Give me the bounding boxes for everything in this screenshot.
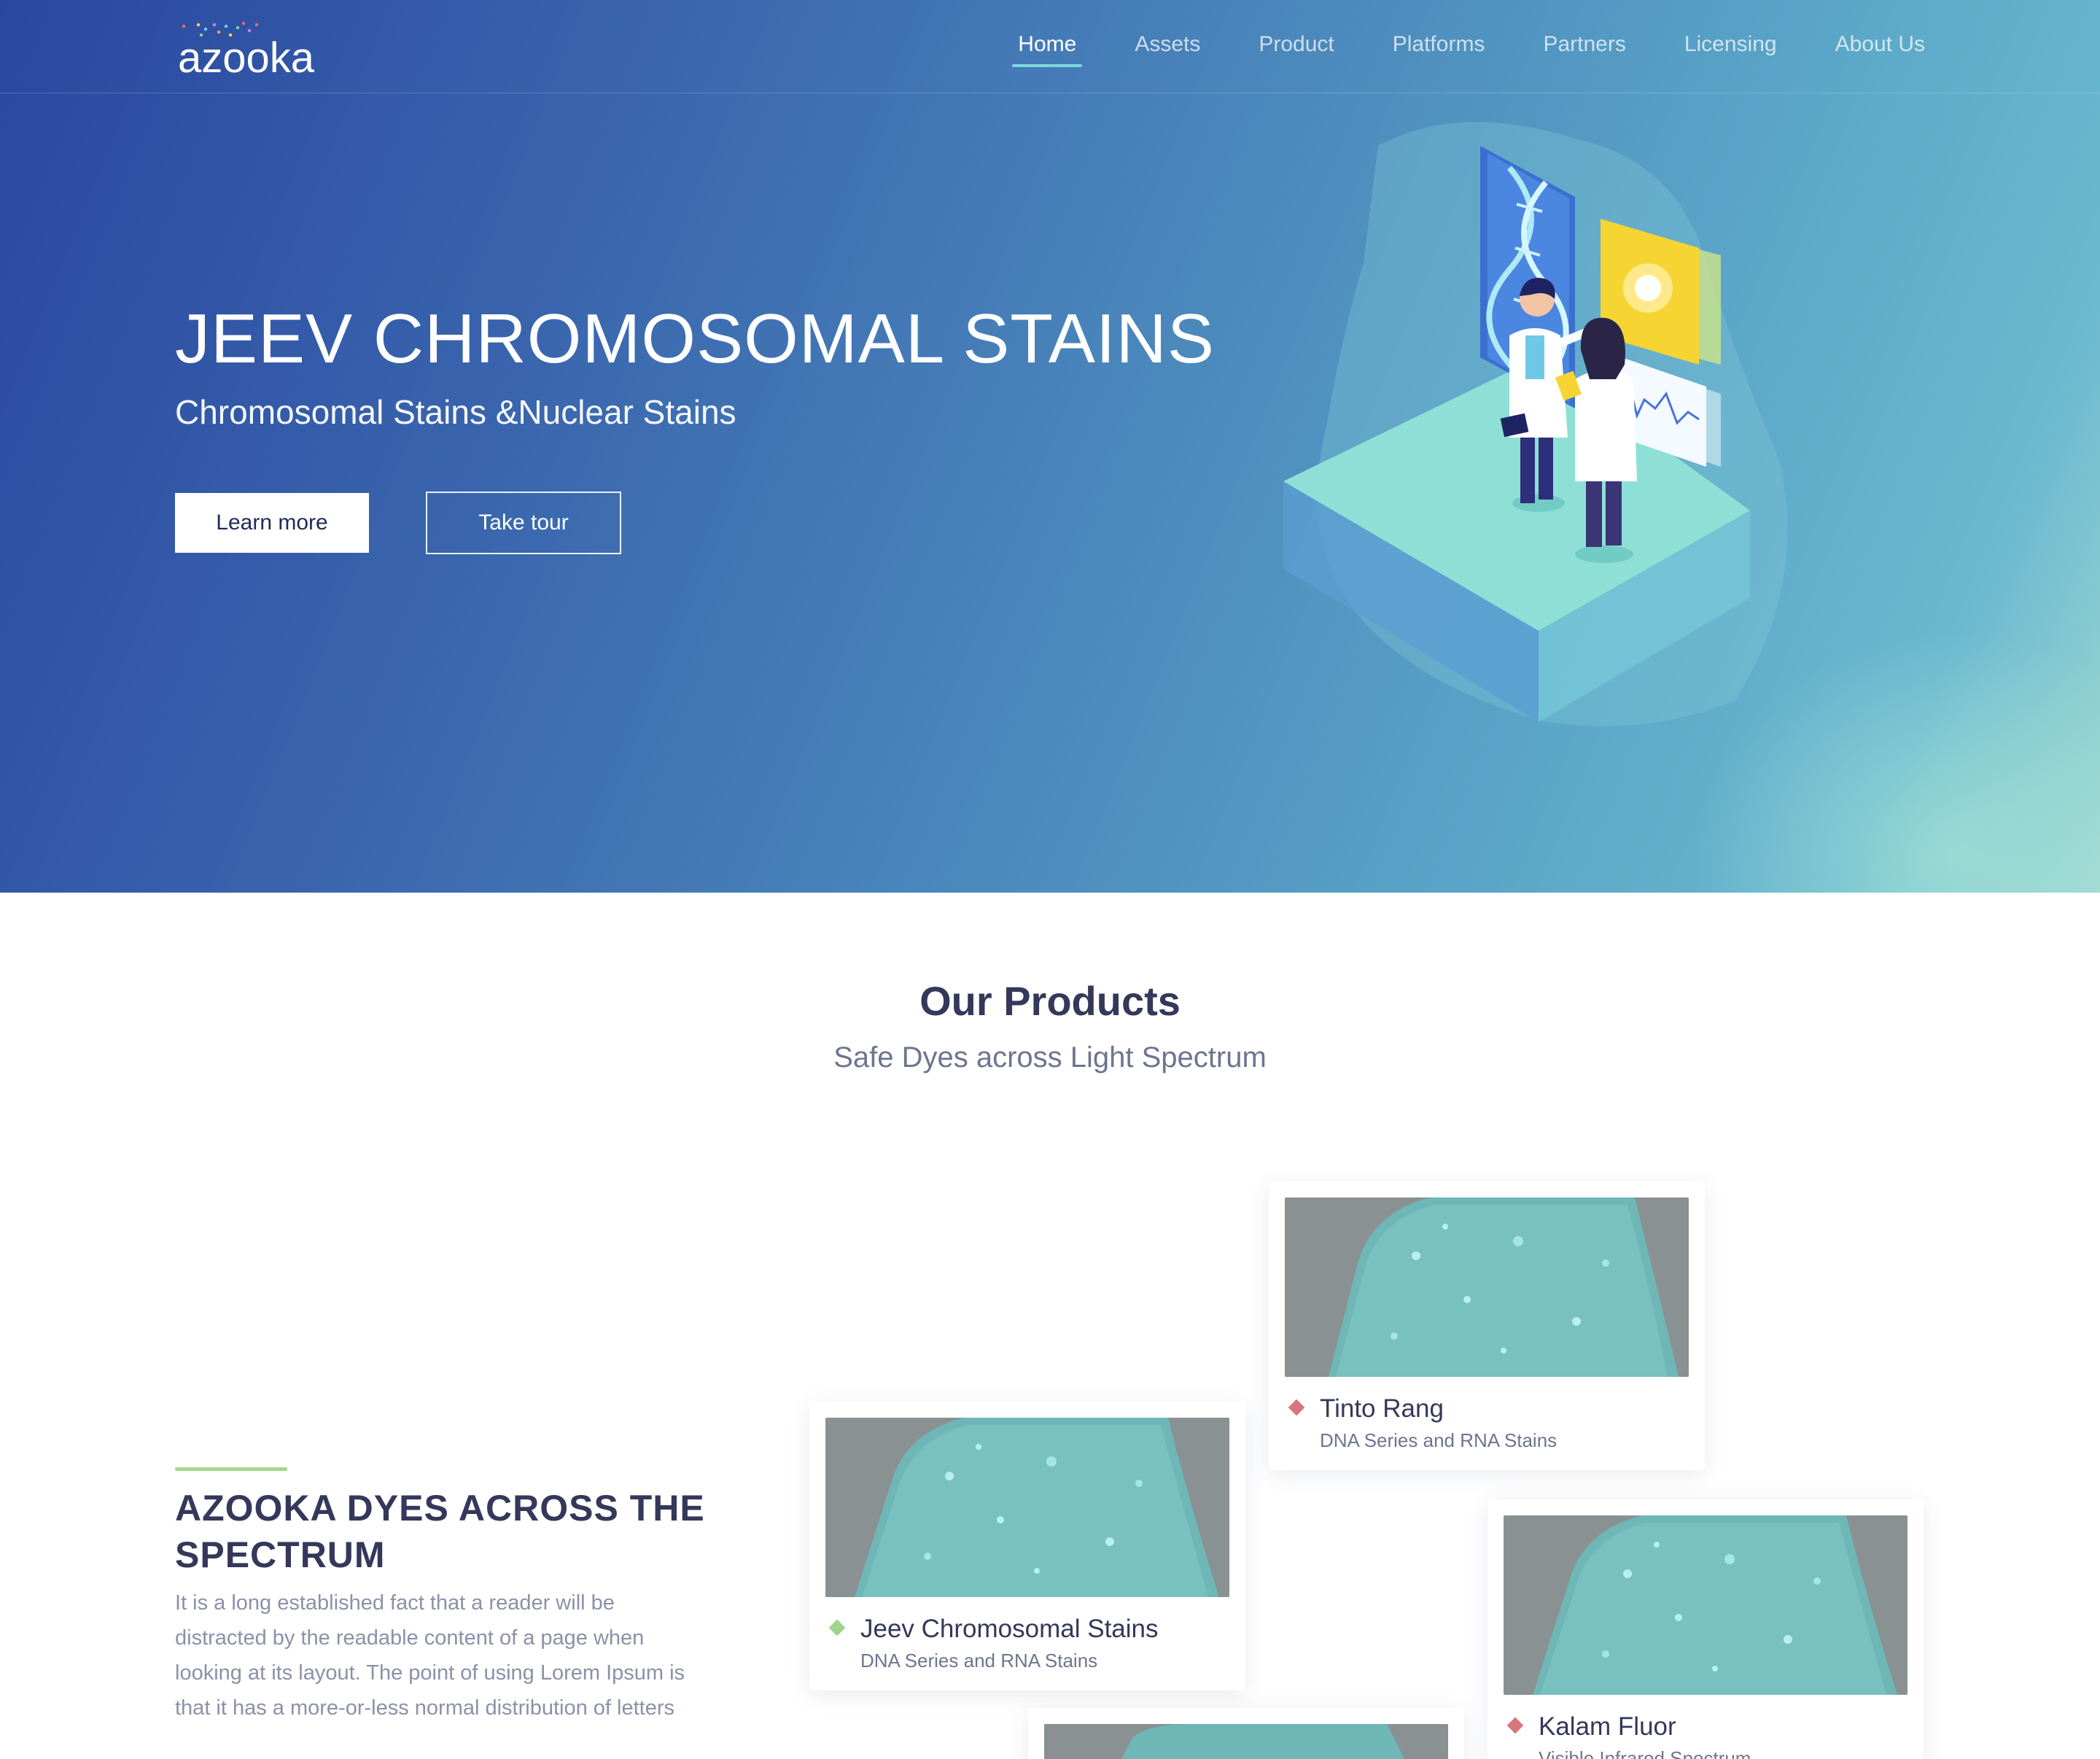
azooka-logo[interactable]: azooka (178, 20, 314, 82)
microscopy-image (1044, 1724, 1448, 1759)
take-tour-button[interactable]: Take tour (426, 492, 621, 554)
microscopy-image (1504, 1515, 1908, 1695)
product-image (1044, 1724, 1448, 1759)
nav-item-licensing[interactable]: Licensing (1684, 32, 1777, 67)
top-navigation: azooka Home Assets Product Platforms Par… (0, 0, 2100, 93)
diamond-bullet-icon (828, 1619, 846, 1636)
product-image (1285, 1197, 1689, 1377)
feature-accent-line (175, 1467, 287, 1471)
logo-text: azooka (178, 34, 315, 82)
nav-item-platforms[interactable]: Platforms (1393, 32, 1485, 67)
learn-more-button[interactable]: Learn more (175, 493, 369, 553)
scientists-illustration (1283, 122, 1788, 726)
nav-item-product[interactable]: Product (1259, 32, 1334, 67)
product-name: Kalam Fluor (1539, 1712, 1676, 1741)
product-card-tinto-rang[interactable]: Tinto Rang DNA Series and RNA Stains (1269, 1181, 1705, 1470)
product-description: Visible Infrared Spectrum (1539, 1747, 1751, 1759)
diamond-bullet-icon (1506, 1717, 1524, 1734)
product-card-jeev-chromosomal-stains[interactable]: Jeev Chromosomal Stains DNA Series and R… (809, 1402, 1245, 1690)
products-title: Our Products (919, 978, 1181, 1024)
hero-title: JEEV CHROMOSOMAL STAINS (175, 300, 1215, 378)
product-card-kalam-fluor[interactable]: Kalam Fluor Visible Infrared Spectrum (1488, 1499, 1924, 1759)
hero-section: azooka Home Assets Product Platforms Par… (0, 0, 2100, 893)
nav-item-assets[interactable]: Assets (1135, 32, 1200, 67)
products-subtitle: Safe Dyes across Light Spectrum (833, 1041, 1267, 1073)
product-description: DNA Series and RNA Stains (1320, 1429, 1558, 1451)
nav-item-home[interactable]: Home (1012, 32, 1083, 67)
feature-title: AZOOKA DYES ACROSS THE SPECTRUM (175, 1488, 705, 1575)
product-name: Jeev Chromosomal Stains (860, 1615, 1159, 1643)
product-description: DNA Series and RNA Stains (860, 1650, 1098, 1671)
microscopy-image (1285, 1197, 1689, 1377)
hero-subtitle: Chromosomal Stains &Nuclear Stains (175, 393, 736, 431)
microscopy-image (825, 1418, 1229, 1597)
nav-item-partners[interactable]: Partners (1543, 32, 1625, 67)
diamond-bullet-icon (1288, 1399, 1305, 1416)
product-image (1504, 1515, 1908, 1695)
nav-menu: Home Assets Product Platforms Partners L… (960, 32, 1925, 67)
product-image (825, 1418, 1229, 1597)
product-card-partial[interactable] (1028, 1708, 1464, 1759)
product-name: Tinto Rang (1320, 1394, 1444, 1423)
nav-item-about-us[interactable]: About Us (1835, 32, 1925, 67)
feature-description: It is a long established fact that a rea… (175, 1591, 685, 1720)
